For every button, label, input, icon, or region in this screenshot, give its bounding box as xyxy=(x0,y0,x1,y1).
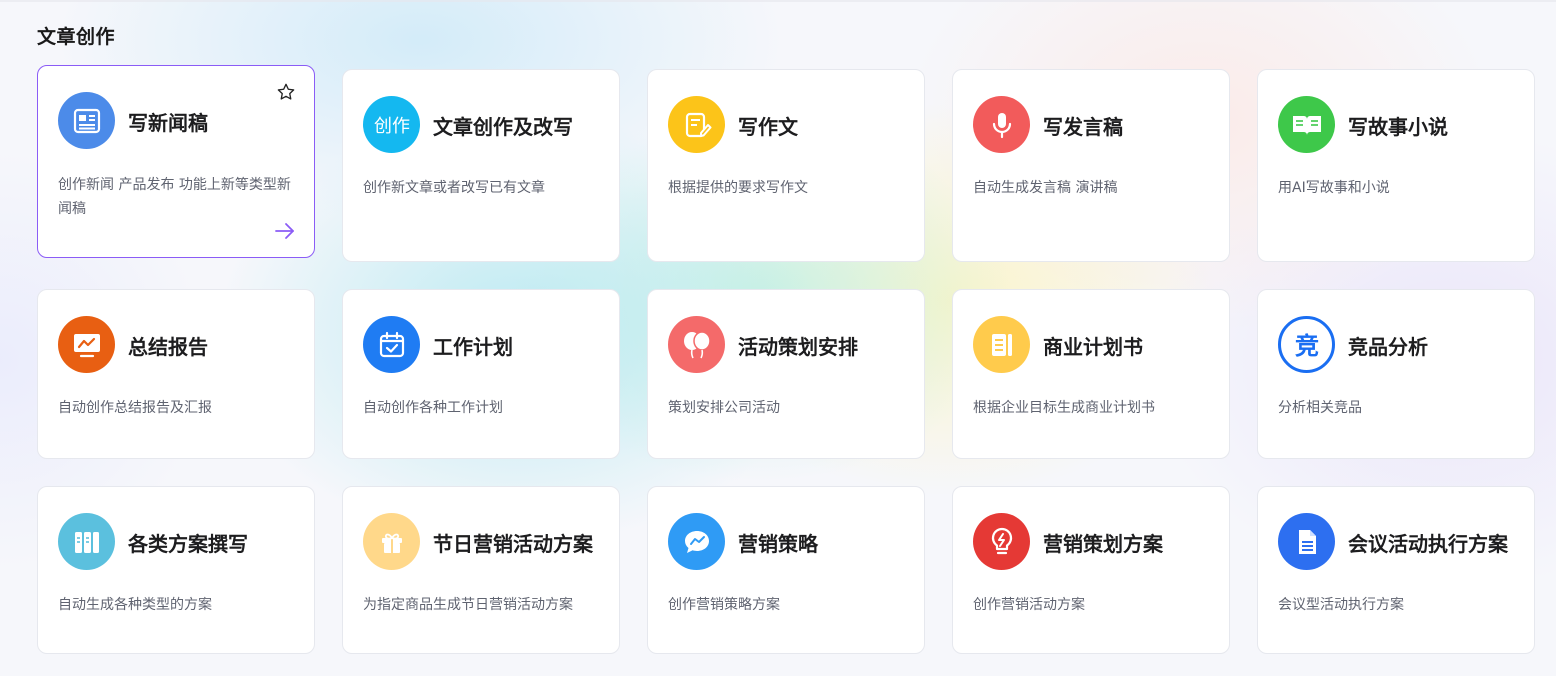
card-description: 根据企业目标生成商业计划书 xyxy=(973,400,1155,416)
card-event-planning[interactable]: 活动策划安排 策划安排公司活动 xyxy=(647,289,925,459)
news-icon xyxy=(58,92,115,149)
card-story-novel[interactable]: 写故事小说 用AI写故事和小说 xyxy=(1257,69,1535,262)
svg-text:创作: 创作 xyxy=(374,116,410,137)
lightbulb-icon xyxy=(973,513,1030,570)
card-description: 分析相关竞品 xyxy=(1278,400,1362,416)
card-competitor-analysis[interactable]: 竞 竞品分析 分析相关竞品 xyxy=(1257,289,1535,459)
open-book-icon xyxy=(1278,96,1335,153)
template-grid: 写新闻稿 创作新闻 产品发布 功能上新等类型新闻稿 创作 文章创作及改写 创作新… xyxy=(37,65,1535,654)
file-text-icon xyxy=(1278,513,1335,570)
balloons-icon xyxy=(668,316,725,373)
card-title: 会议活动执行方案 xyxy=(1348,532,1508,556)
card-essay[interactable]: 写作文 根据提供的要求写作文 xyxy=(647,69,925,262)
card-marketing-plan[interactable]: 营销策划方案 创作营销活动方案 xyxy=(952,486,1230,654)
card-meeting-execution[interactable]: 会议活动执行方案 会议型活动执行方案 xyxy=(1257,486,1535,654)
chuangzuo-text-icon: 创作 xyxy=(363,96,420,153)
card-title: 各类方案撰写 xyxy=(128,532,248,556)
card-description: 策划安排公司活动 xyxy=(668,400,780,416)
card-title: 节日营销活动方案 xyxy=(433,532,593,556)
card-title: 总结报告 xyxy=(128,335,208,359)
card-news-release[interactable]: 写新闻稿 创作新闻 产品发布 功能上新等类型新闻稿 xyxy=(37,65,315,258)
card-description: 自动创作各种工作计划 xyxy=(363,400,503,416)
card-description: 创作营销策略方案 xyxy=(668,597,780,613)
presentation-chart-icon xyxy=(58,316,115,373)
document-list-icon xyxy=(973,316,1030,373)
card-title: 文章创作及改写 xyxy=(433,115,573,139)
jing-character-icon: 竞 xyxy=(1278,316,1335,373)
document-pen-icon xyxy=(668,96,725,153)
card-speech[interactable]: 写发言稿 自动生成发言稿 演讲稿 xyxy=(952,69,1230,262)
binders-icon xyxy=(58,513,115,570)
microphone-icon xyxy=(973,96,1030,153)
top-divider xyxy=(0,0,1556,2)
card-description: 创作新文章或者改写已有文章 xyxy=(363,180,545,196)
card-title: 写新闻稿 xyxy=(128,111,208,135)
gift-icon xyxy=(363,513,420,570)
card-title: 营销策划方案 xyxy=(1043,532,1163,556)
chat-trend-icon xyxy=(668,513,725,570)
card-title: 营销策略 xyxy=(738,532,818,556)
card-title: 商业计划书 xyxy=(1043,335,1143,359)
section-title: 文章创作 xyxy=(37,26,116,48)
card-description: 为指定商品生成节日营销活动方案 xyxy=(363,597,573,613)
card-description: 创作新闻 产品发布 功能上新等类型新闻稿 xyxy=(58,177,291,217)
card-description: 自动生成各种类型的方案 xyxy=(58,597,212,613)
card-title: 工作计划 xyxy=(433,335,513,359)
calendar-check-icon xyxy=(363,316,420,373)
card-proposal-writing[interactable]: 各类方案撰写 自动生成各种类型的方案 xyxy=(37,486,315,654)
card-description: 自动创作总结报告及汇报 xyxy=(58,400,212,416)
card-summary-report[interactable]: 总结报告 自动创作总结报告及汇报 xyxy=(37,289,315,459)
card-description: 根据提供的要求写作文 xyxy=(668,180,808,196)
svg-text:竞: 竞 xyxy=(1295,332,1319,360)
card-description: 会议型活动执行方案 xyxy=(1278,597,1404,613)
card-title: 写作文 xyxy=(738,115,798,139)
card-marketing-strategy[interactable]: 营销策略 创作营销策略方案 xyxy=(647,486,925,654)
card-title: 活动策划安排 xyxy=(738,335,858,359)
card-title: 竞品分析 xyxy=(1348,335,1428,359)
card-title: 写故事小说 xyxy=(1348,115,1448,139)
star-icon[interactable] xyxy=(276,82,296,106)
card-article-rewrite[interactable]: 创作 文章创作及改写 创作新文章或者改写已有文章 xyxy=(342,69,620,262)
card-description: 用AI写故事和小说 xyxy=(1278,180,1390,196)
card-work-plan[interactable]: 工作计划 自动创作各种工作计划 xyxy=(342,289,620,459)
card-description: 自动生成发言稿 演讲稿 xyxy=(973,180,1118,196)
card-holiday-marketing[interactable]: 节日营销活动方案 为指定商品生成节日营销活动方案 xyxy=(342,486,620,654)
card-title: 写发言稿 xyxy=(1043,115,1123,139)
arrow-right-icon[interactable] xyxy=(274,221,296,245)
card-description: 创作营销活动方案 xyxy=(973,597,1085,613)
card-business-plan[interactable]: 商业计划书 根据企业目标生成商业计划书 xyxy=(952,289,1230,459)
